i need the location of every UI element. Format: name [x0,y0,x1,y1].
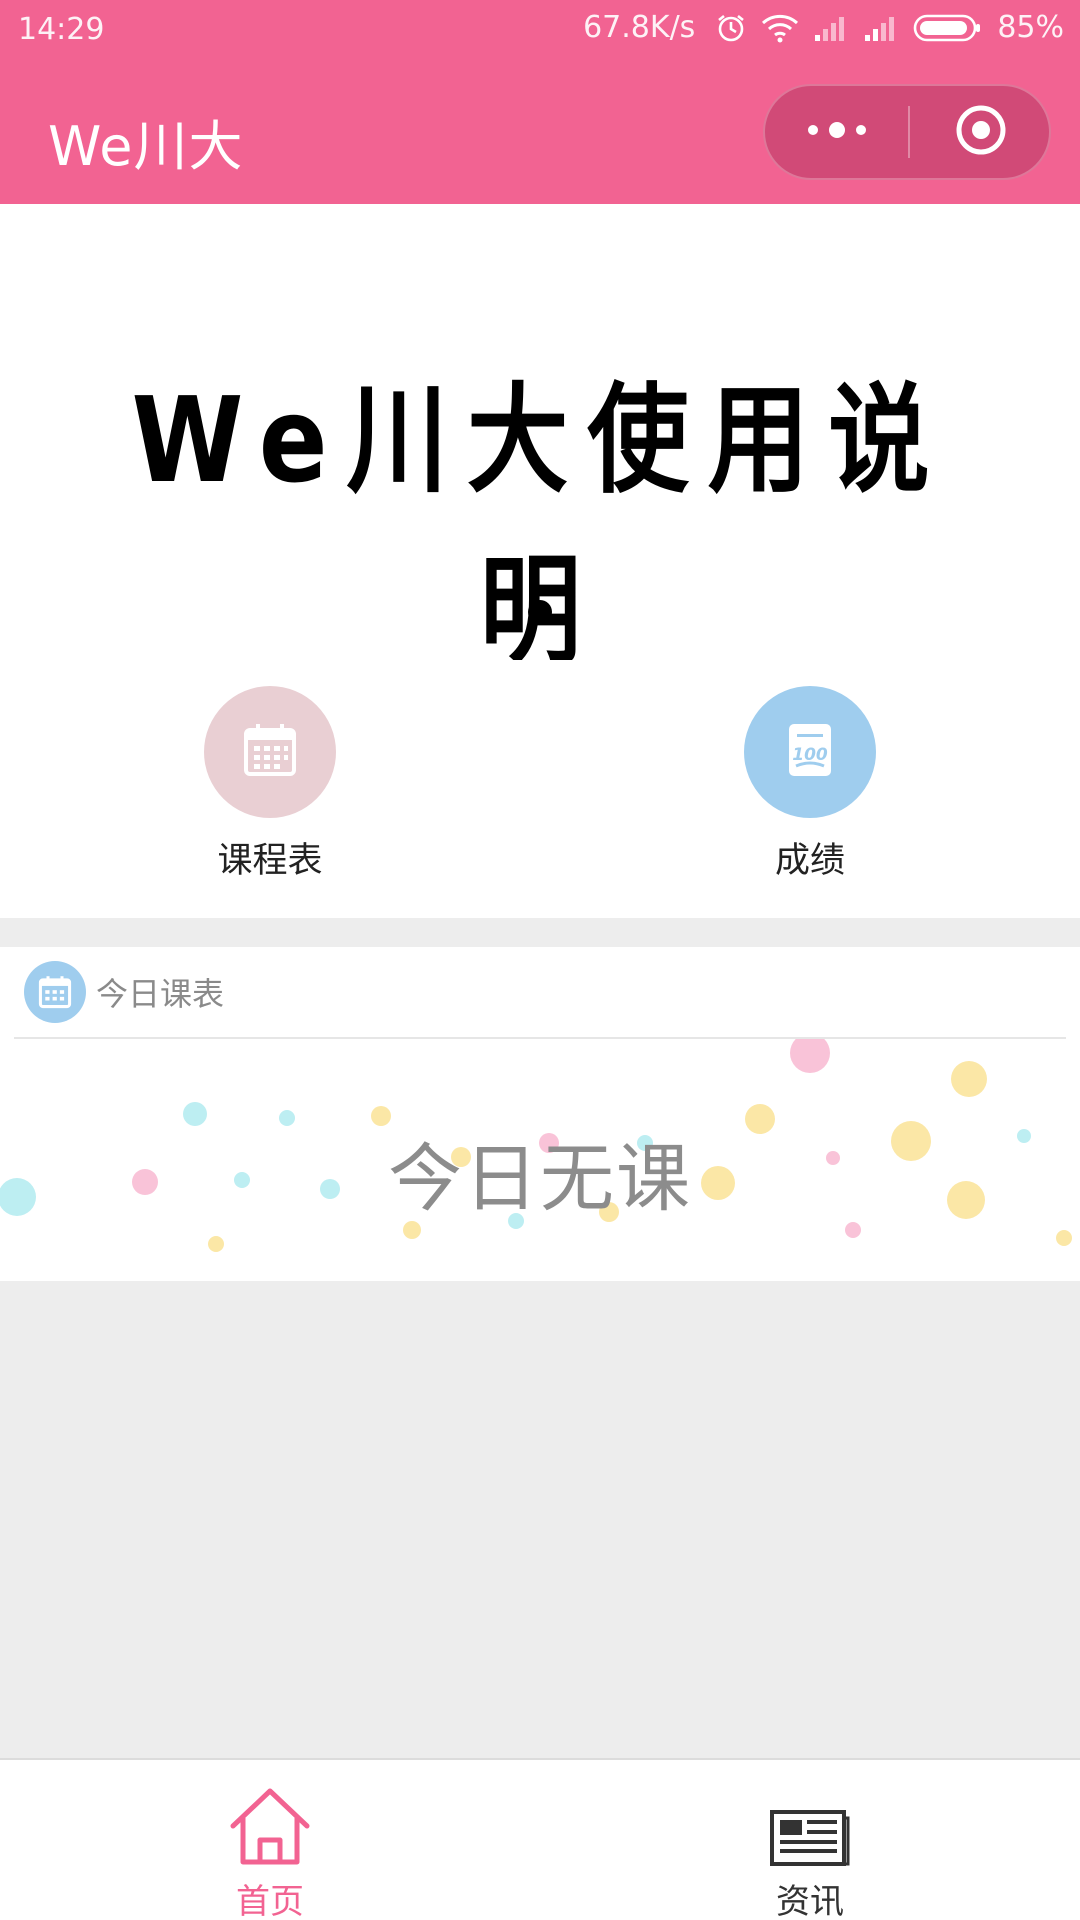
status-right: 67.8K/s 85% [583,10,1064,45]
more-icon [805,120,869,144]
page-title: We川大 [48,115,244,178]
calendar-icon [24,961,86,1023]
more-button[interactable] [765,86,908,178]
close-button[interactable] [910,86,1051,178]
calendar-icon [242,722,298,782]
score-entry[interactable]: 100 成绩 [710,686,910,886]
schedule-entry-label: 课程表 [217,841,323,881]
score-entry-label: 成绩 [774,841,845,881]
schedule-entry[interactable]: 课程表 [170,686,370,886]
tab-home-label: 首页 [236,1882,304,1920]
score-entry-circle: 100 [744,686,876,818]
tab-home[interactable]: 首页 [170,1778,370,1920]
tab-news-label: 资讯 [776,1882,844,1920]
banner-text: We川大使用说明 [131,371,949,680]
tab-bar: 首页 资讯 [0,1758,1080,1920]
banner-indicator-dot [528,600,552,624]
wifi-icon [761,13,799,43]
status-bar: 14:29 67.8K/s 85% [0,0,1080,62]
today-schedule-card: 今日课表 今日无课 [0,947,1080,1281]
battery-icon [913,13,983,43]
schedule-entry-circle [204,686,336,818]
alarm-icon [715,12,747,44]
empty-state-text: 今日无课 [388,1136,692,1222]
close-target-icon [954,103,1008,161]
today-schedule-header: 今日课表 [0,947,1080,1039]
news-icon [710,1778,910,1868]
top-bar: 14:29 67.8K/s 85% We川大 [0,0,1080,204]
net-speed: 67.8K/s [583,10,696,45]
signal-icon [813,13,849,43]
signal-icon [863,13,899,43]
quick-entries: 课程表 100 成绩 [0,660,1080,918]
mini-program-capsule [763,84,1051,180]
home-icon [170,1778,370,1868]
battery-percent: 85% [997,10,1064,45]
score-100-icon: 100 [785,722,835,782]
status-time: 14:29 [18,12,105,47]
tab-news[interactable]: 资讯 [710,1778,910,1920]
today-schedule-title: 今日课表 [96,975,225,1013]
banner-swiper[interactable]: We川大使用说明 [0,204,1080,680]
